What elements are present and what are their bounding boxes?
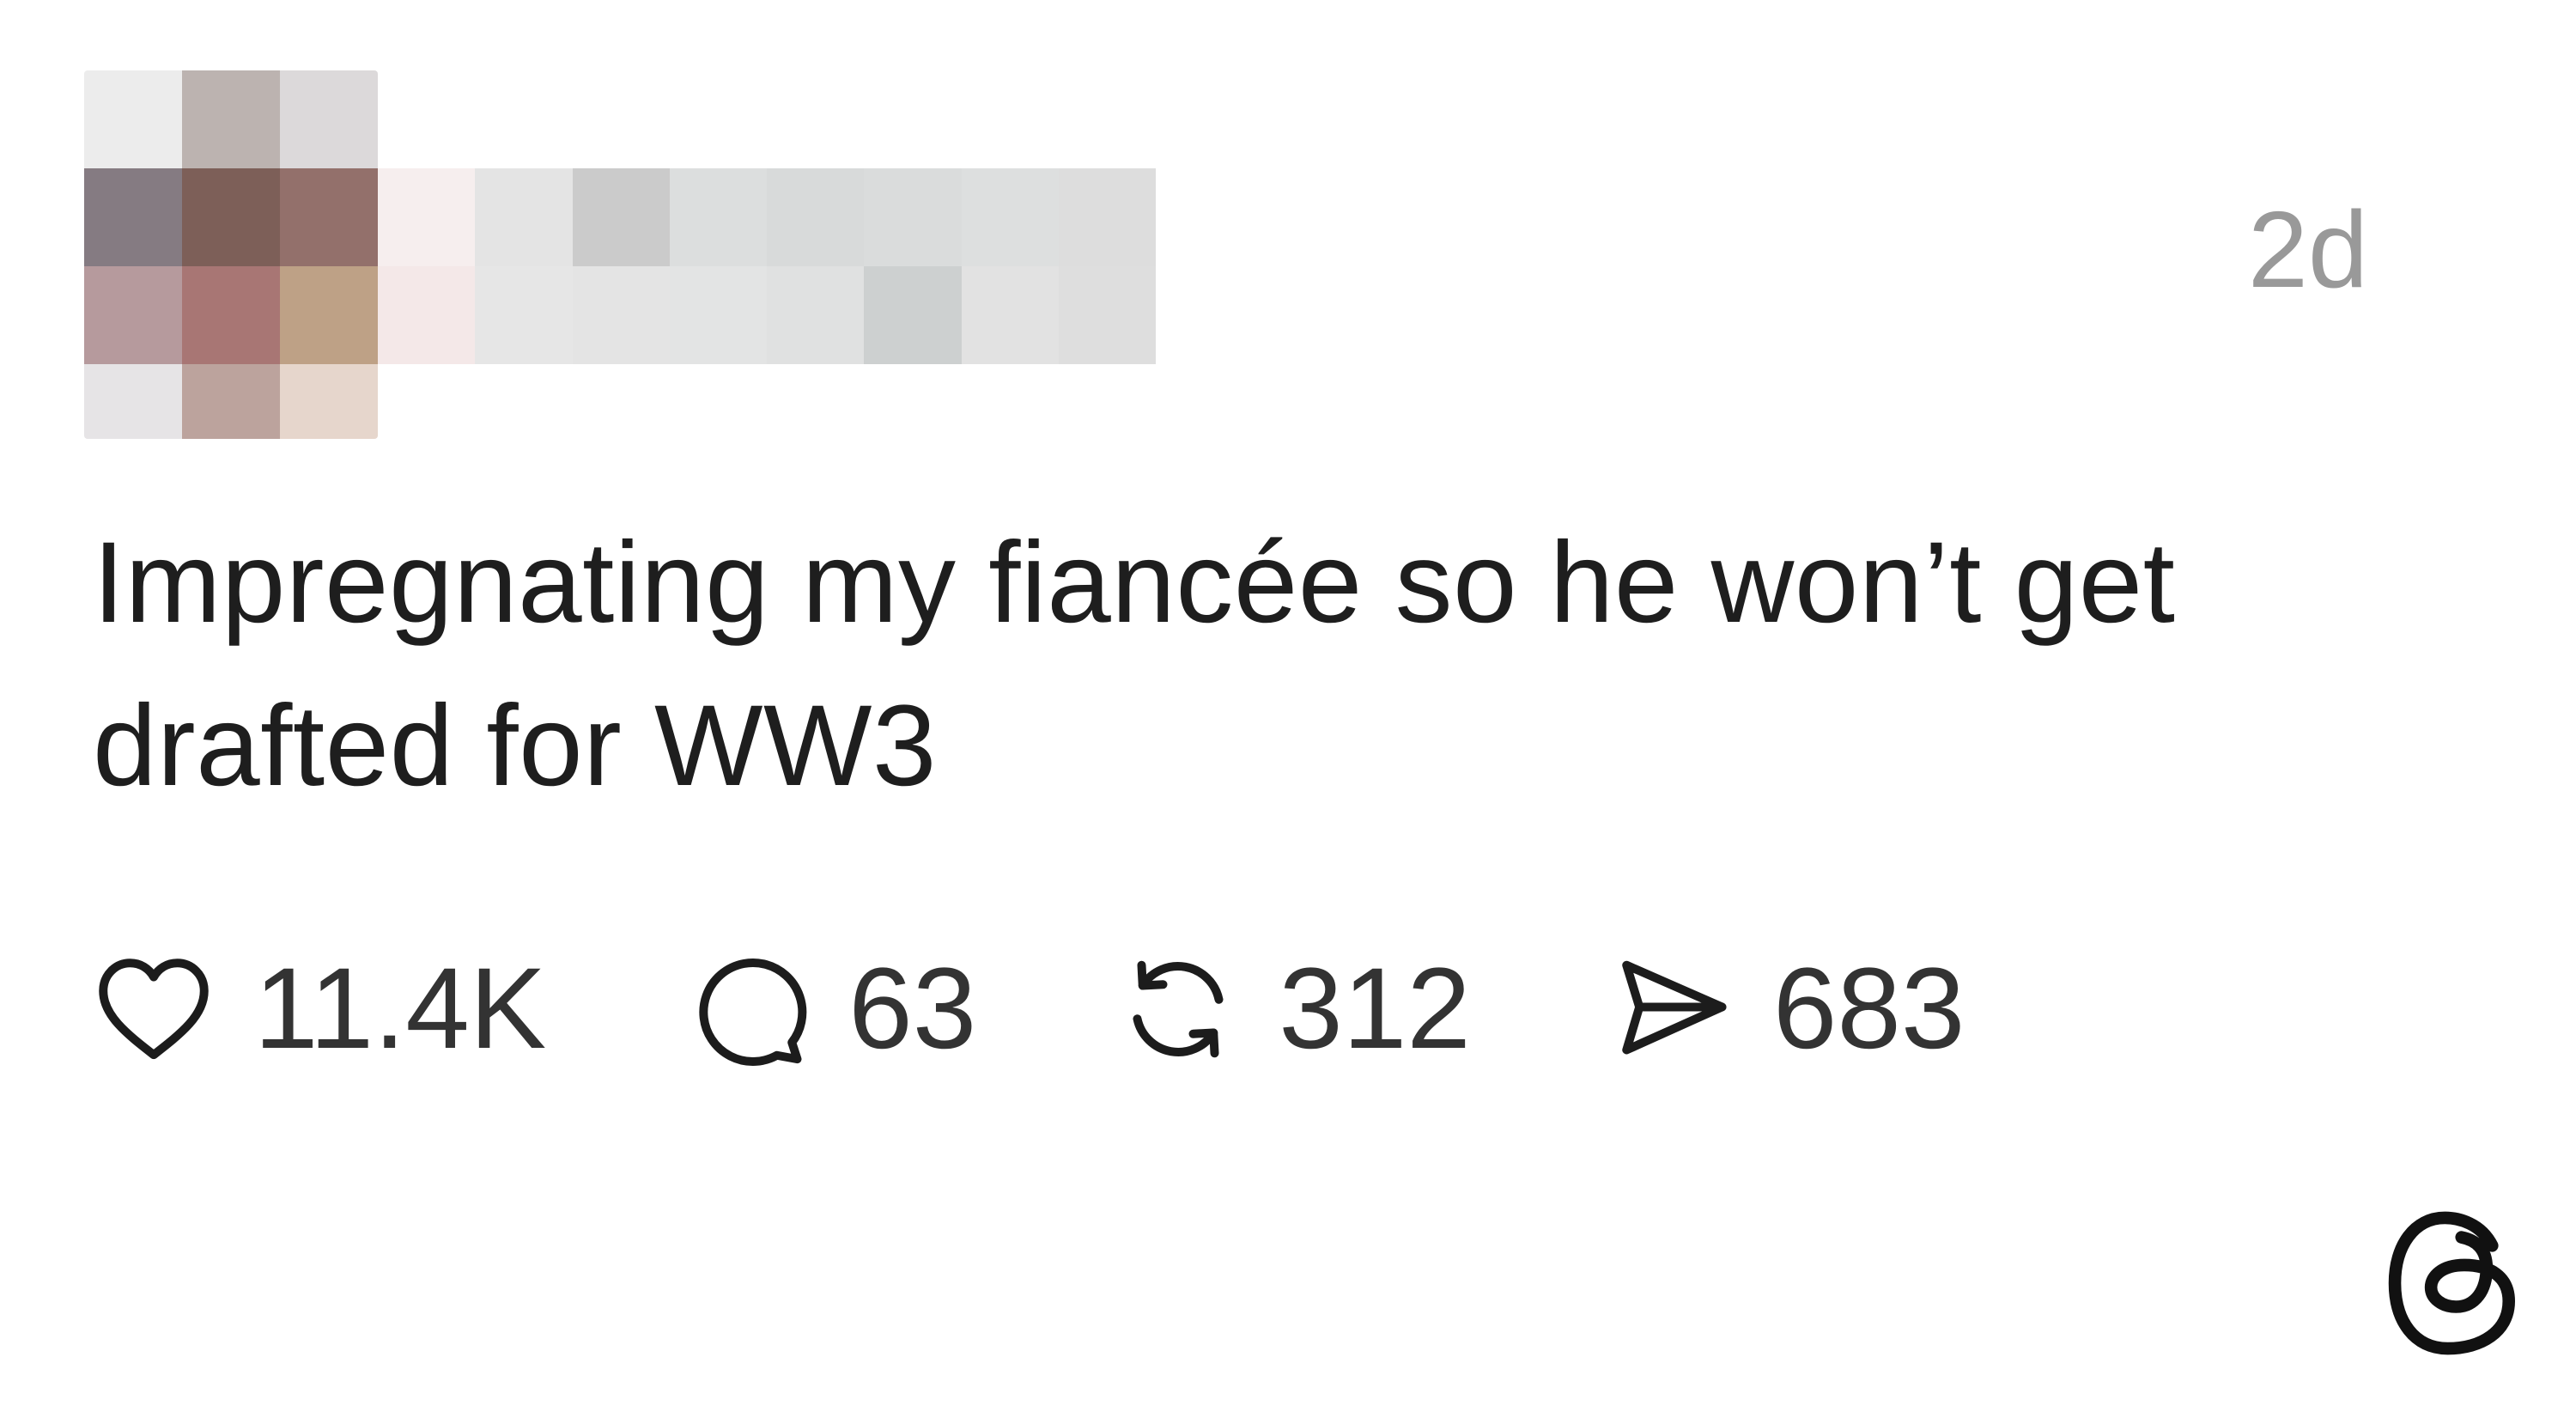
post-actions: 11.4K 63 312 683 <box>89 949 1965 1069</box>
send-icon <box>1622 960 1727 1055</box>
reply-button[interactable]: 63 <box>683 945 976 1074</box>
post-text: Impregnating my fiancée so he won’t get … <box>93 519 2176 810</box>
repost-icon <box>1133 960 1224 1058</box>
like-button[interactable]: 11.4K <box>89 945 546 1074</box>
username-redacted[interactable] <box>378 168 1156 364</box>
like-count: 11.4K <box>254 945 547 1073</box>
comment-bubble-icon <box>699 959 807 1066</box>
repost-button[interactable]: 312 <box>1114 945 1471 1074</box>
threads-logo-icon <box>2388 1211 2516 1355</box>
share-count: 683 <box>1772 945 1965 1073</box>
post-timestamp: 2d <box>2247 189 2368 310</box>
avatar[interactable] <box>84 70 378 439</box>
threads-post: 2d Impregnating my fiancée so he won’t g… <box>0 0 2576 1418</box>
repost-count: 312 <box>1279 945 1471 1073</box>
share-button[interactable]: 683 <box>1608 945 1965 1074</box>
heart-icon <box>99 959 209 1060</box>
reply-count: 63 <box>848 945 977 1073</box>
